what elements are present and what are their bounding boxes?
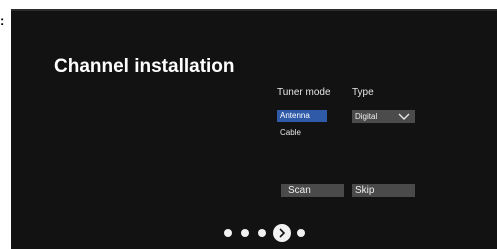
step-dot (224, 229, 232, 237)
next-step-button[interactable] (273, 224, 291, 242)
skip-button[interactable]: Skip (352, 184, 415, 197)
step-pager (222, 224, 312, 242)
page-title: Channel installation (54, 56, 235, 77)
type-header: Type (352, 87, 374, 98)
top-divider (11, 9, 497, 11)
tuner-option-antenna[interactable]: Antenna (277, 110, 327, 122)
type-dropdown-value: Digital (355, 112, 378, 121)
chevron-down-icon (398, 113, 410, 120)
edge-colon-mark: : (0, 13, 5, 28)
step-dot (297, 229, 305, 237)
chevron-right-icon (279, 228, 286, 238)
scan-button[interactable]: Scan (281, 184, 344, 197)
step-dot (241, 229, 249, 237)
tuner-option-cable[interactable]: Cable (277, 127, 327, 139)
tuner-mode-header: Tuner mode (277, 87, 331, 98)
step-dot (258, 229, 266, 237)
tv-screen: Channel installation Tuner mode Type Ant… (11, 9, 497, 249)
type-dropdown[interactable]: Digital (352, 110, 415, 123)
